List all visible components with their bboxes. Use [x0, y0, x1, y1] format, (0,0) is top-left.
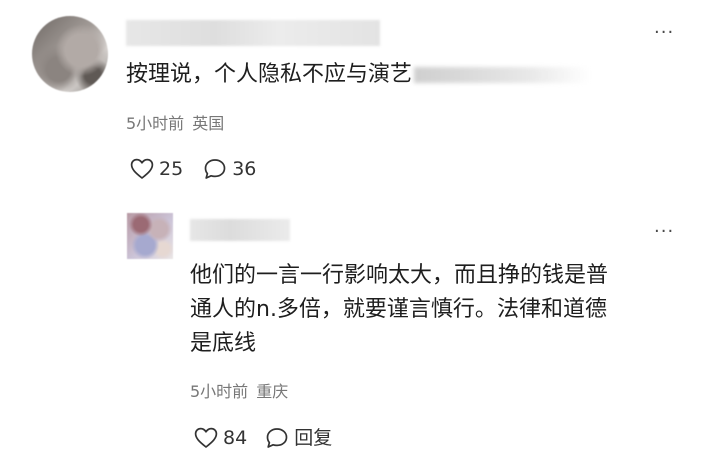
- more-dots-icon[interactable]: ···: [654, 24, 674, 42]
- comment-meta: 5小时前 英国: [126, 114, 224, 134]
- avatar[interactable]: [127, 213, 173, 259]
- reply-button[interactable]: 回复: [265, 425, 332, 451]
- comment-bubble-icon: [266, 428, 288, 448]
- avatar[interactable]: [32, 16, 108, 92]
- like-button[interactable]: 25: [130, 156, 183, 182]
- heart-icon: [194, 427, 218, 448]
- reply-label: 回复: [294, 427, 333, 449]
- comment-bubble-icon: [204, 159, 226, 179]
- comment-meta: 5小时前 重庆: [190, 382, 288, 402]
- more-dots-icon[interactable]: ···: [654, 223, 674, 241]
- comment-text-line: 通人的n.多倍，就要谨言慎行。法律和道德: [190, 297, 607, 322]
- comment-text-line: 是底线: [190, 331, 257, 356]
- location: 重庆: [256, 382, 289, 401]
- timestamp: 5小时前: [126, 114, 185, 133]
- comment: ··· 按理说，个人隐私不应与演艺 5小时前 英国 25 36: [0, 0, 720, 200]
- heart-icon: [130, 158, 154, 179]
- comment-text-line: 他们的一言一行影响太大，而且挣的钱是普: [190, 263, 609, 288]
- comment-text-redacted: [414, 67, 591, 83]
- comment-content: 按理说，个人隐私不应与演艺: [126, 60, 591, 90]
- comment-content: 他们的一言一行影响太大，而且挣的钱是普 通人的n.多倍，就要谨言慎行。法律和道德…: [190, 259, 690, 361]
- like-button[interactable]: 84: [194, 425, 247, 451]
- location: 英国: [192, 114, 225, 133]
- username-redacted[interactable]: [126, 20, 380, 46]
- reply-count: 36: [232, 158, 257, 180]
- like-count: 84: [223, 427, 248, 449]
- username-redacted[interactable]: [190, 219, 290, 241]
- reply-button[interactable]: 36: [203, 156, 256, 182]
- reply-comment: ··· 他们的一言一行影响太大，而且挣的钱是普 通人的n.多倍，就要谨言慎行。法…: [0, 205, 720, 458]
- timestamp: 5小时前: [190, 382, 249, 401]
- comment-actions: 84 回复: [194, 425, 332, 451]
- comment-actions: 25 36: [130, 156, 256, 182]
- like-count: 25: [159, 158, 184, 180]
- comment-text: 按理说，个人隐私不应与演艺: [126, 62, 413, 87]
